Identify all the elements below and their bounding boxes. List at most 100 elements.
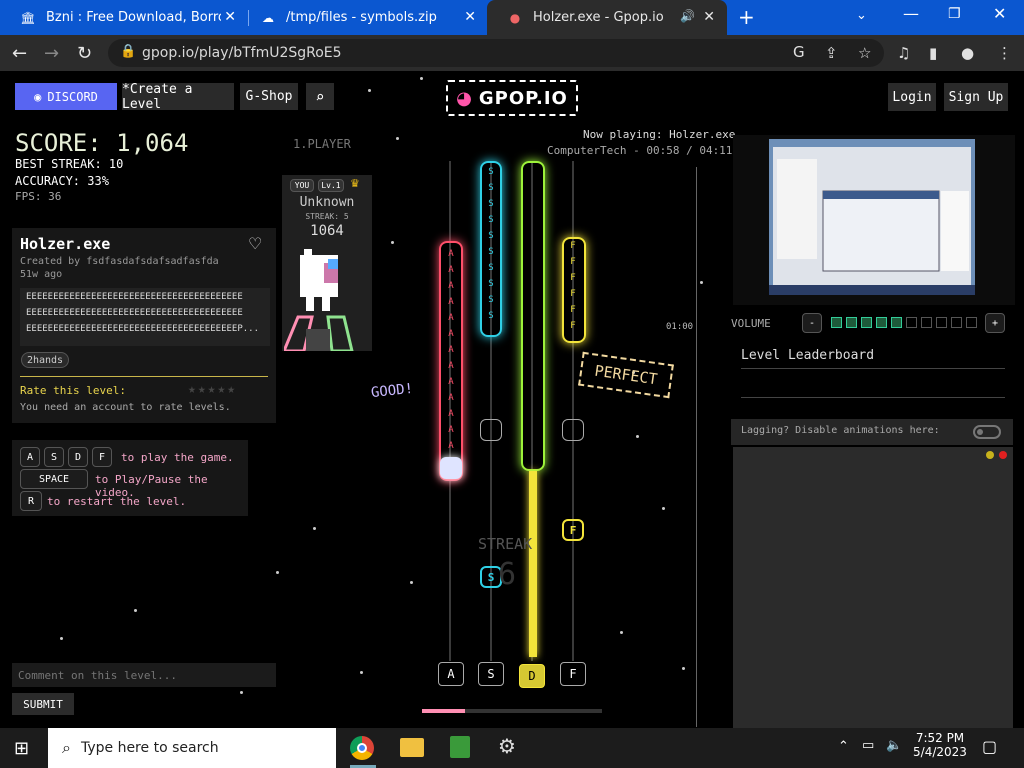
media-control-icon[interactable]: ♫	[897, 44, 910, 62]
minimize-icon[interactable]: —	[903, 4, 919, 23]
star	[368, 89, 371, 92]
logo-text: GPOP.IO	[478, 87, 568, 109]
signup-button[interactable]: Sign Up	[944, 83, 1008, 111]
volume-step[interactable]	[831, 317, 842, 328]
level-description-box: EEEEEEEEEEEEEEEEEEEEEEEEEEEEEEEEEEEEEEEE…	[20, 288, 270, 346]
you-badge: YOU	[290, 179, 314, 192]
best-streak-text: BEST STREAK: 10	[15, 157, 124, 171]
bookmark-star-icon[interactable]: ☆	[858, 44, 871, 62]
notifications-icon[interactable]: ▢	[982, 737, 997, 756]
video-preview[interactable]	[733, 135, 1015, 305]
create-level-button[interactable]: *Create a Level	[122, 82, 234, 112]
lane-key-a[interactable]: A	[438, 662, 464, 686]
restore-icon[interactable]: ❐	[948, 6, 961, 22]
tab-archive[interactable]: 🏛 Bzni : Free Download, Borrow, an ✕	[0, 0, 248, 35]
level-creator[interactable]: Created by fsdfasdafsdafsadfasfda	[20, 256, 219, 267]
fps-text: FPS: 36	[15, 190, 62, 203]
animations-toggle[interactable]	[973, 425, 1001, 439]
new-tab-icon[interactable]: +	[738, 5, 755, 29]
lane-note-glyph: A	[448, 281, 454, 291]
volume-step[interactable]	[951, 317, 962, 328]
back-icon[interactable]: ←	[12, 43, 27, 64]
close-window-icon[interactable]: ✕	[993, 4, 1006, 23]
song-progress-fill	[422, 709, 466, 713]
volume-step[interactable]	[861, 317, 872, 328]
volume-step[interactable]	[891, 317, 902, 328]
lane-note-glyph: S	[488, 311, 494, 321]
speaker-icon[interactable]: 🔊	[680, 9, 695, 23]
volume-step[interactable]	[921, 317, 932, 328]
lane-key-d[interactable]: D	[519, 664, 545, 688]
player-avatar	[284, 249, 354, 351]
menu-icon[interactable]: ⋮	[997, 44, 1012, 62]
chevron-up-icon[interactable]: ⌃	[838, 739, 849, 754]
lane-note-glyph: F	[570, 305, 576, 315]
profile-icon[interactable]: ●	[961, 44, 974, 62]
lane-note-glyph: S	[488, 263, 494, 273]
lock-icon[interactable]: 🔒	[120, 44, 136, 59]
google-icon[interactable]: G	[793, 43, 805, 61]
hold-note-d	[521, 161, 545, 471]
rating-stars-icon[interactable]: ★★★★★	[188, 382, 237, 397]
side-panel-icon[interactable]: ▮	[929, 44, 937, 62]
search-icon[interactable]: ⌕	[306, 83, 334, 110]
tab-search-icon[interactable]: ⌄	[856, 8, 867, 23]
volume-step[interactable]	[906, 317, 917, 328]
description-line: EEEEEEEEEEEEEEEEEEEEEEEEEEEEEEEEEEEEEEEE	[26, 308, 243, 318]
chrome-icon[interactable]	[350, 736, 374, 760]
close-tab-icon[interactable]: ✕	[224, 9, 236, 25]
lane-note-glyph: S	[488, 199, 494, 209]
star	[420, 77, 423, 80]
gshop-button[interactable]: G-Shop	[240, 83, 298, 110]
volume-step[interactable]	[936, 317, 947, 328]
forward-icon[interactable]: →	[44, 43, 59, 64]
volume-step[interactable]	[966, 317, 977, 328]
gpop-logo[interactable]: ◕ GPOP.IO	[446, 80, 578, 116]
gshop-label: G-Shop	[245, 89, 293, 104]
submit-button[interactable]: SUBMIT	[12, 693, 74, 715]
discord-button[interactable]: ◉ DISCORD	[15, 83, 117, 110]
lane-note-glyph: A	[448, 361, 454, 371]
volume-plus-button[interactable]: +	[985, 313, 1005, 333]
close-tab-icon[interactable]: ✕	[703, 9, 715, 25]
network-icon[interactable]: ▭	[862, 738, 874, 753]
lane-key-f[interactable]: F	[560, 662, 586, 686]
lane-note-glyph: S	[488, 295, 494, 305]
tab-gpop[interactable]: ● Holzer.exe - Gpop.io 🔊 ✕	[487, 0, 727, 35]
star	[60, 637, 63, 640]
key-d: D	[68, 447, 88, 467]
comment-input[interactable]	[12, 663, 276, 687]
volume-minus-button[interactable]: -	[802, 313, 822, 333]
star	[410, 581, 413, 584]
clock[interactable]: 7:52 PM 5/4/2023	[910, 731, 970, 759]
reload-icon[interactable]: ↻	[77, 43, 92, 64]
controls-help-card: A S D F to play the game. SPACE to Play/…	[12, 440, 248, 516]
tab-files[interactable]: ☁ /tmp/files - symbols.zip ✕	[240, 0, 488, 35]
share-icon[interactable]: ⇪	[825, 44, 838, 62]
login-button[interactable]: Login	[888, 83, 936, 111]
notepad-icon[interactable]	[450, 736, 470, 758]
heart-icon[interactable]: ♡	[248, 234, 262, 253]
settings-gear-icon[interactable]: ⚙	[498, 734, 516, 758]
volume-step[interactable]	[876, 317, 887, 328]
submit-label: SUBMIT	[23, 697, 63, 711]
crown-icon: ♛	[350, 177, 360, 190]
lane-note-glyph: A	[448, 393, 454, 403]
lane-key-s[interactable]: S	[478, 662, 504, 686]
windows-start-icon[interactable]: ⊞	[14, 738, 29, 759]
close-tab-icon[interactable]: ✕	[464, 9, 476, 25]
level-tag[interactable]: 2hands	[21, 352, 69, 368]
address-bar[interactable]: 🔒 gpop.io/play/bTfmU2SgRoE5	[108, 39, 884, 67]
song-progress-bar[interactable]	[422, 709, 602, 713]
taskbar-search[interactable]: ⌕ Type here to search	[48, 728, 336, 768]
volume-step[interactable]	[846, 317, 857, 328]
star	[134, 609, 137, 612]
lane-note-glyph: S	[488, 215, 494, 225]
volume-icon[interactable]: 🔈	[886, 738, 902, 753]
player-heading: 1.PLAYER	[293, 137, 351, 151]
receptor-f	[562, 419, 584, 441]
key-space: SPACE	[20, 469, 88, 489]
tab-title: /tmp/files - symbols.zip	[286, 10, 437, 25]
star	[391, 241, 394, 244]
file-explorer-icon[interactable]	[400, 738, 424, 757]
